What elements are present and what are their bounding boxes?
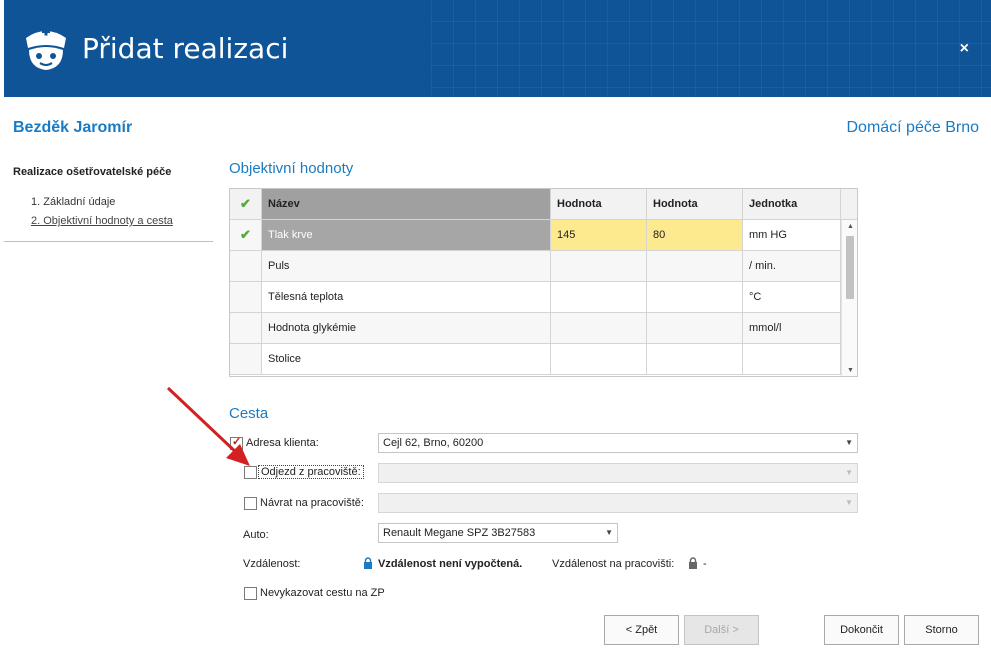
row-unit-cell: / min.: [743, 251, 841, 282]
header-pattern: [431, 0, 991, 97]
lock-icon: [689, 557, 697, 569]
row-value2-cell[interactable]: [647, 251, 743, 282]
wizard-title: Realizace ošetřovatelské péče: [13, 166, 172, 178]
patient-name: Bezděk Jaromír: [13, 119, 133, 136]
return-checkbox[interactable]: [244, 497, 257, 510]
row-name-cell[interactable]: Hodnota glykémie: [262, 313, 551, 344]
client-address-combo[interactable]: Cejl 62, Brno, 60200 ▼: [378, 433, 858, 453]
row-unit-cell: mmol/l: [743, 313, 841, 344]
scroll-down-icon[interactable]: ▼: [847, 367, 854, 374]
distance-label: Vzdálenost:: [243, 558, 301, 570]
dialog-header: Přidat realizaci ×: [4, 0, 991, 97]
row-value1-cell[interactable]: [551, 313, 647, 344]
row-value2-cell[interactable]: [647, 344, 743, 375]
workplace-distance-value: -: [703, 558, 707, 570]
scrollbar-thumb[interactable]: [846, 236, 854, 299]
row-value1-cell[interactable]: [551, 282, 647, 313]
close-icon[interactable]: ×: [960, 40, 969, 58]
return-combo[interactable]: ▼: [378, 493, 858, 513]
objective-values-grid: ✔ Název Hodnota Hodnota Jednotka ✔ Tlak …: [229, 188, 858, 377]
row-check-cell[interactable]: [230, 344, 262, 375]
table-row[interactable]: Tělesná teplota °C: [230, 282, 841, 313]
grid-header-row: ✔ Název Hodnota Hodnota Jednotka: [230, 189, 841, 220]
car-combo[interactable]: Renault Megane SPZ 3B27583 ▼: [378, 523, 618, 543]
chevron-down-icon[interactable]: ▼: [845, 464, 853, 482]
lock-icon: [364, 557, 372, 569]
row-value1-cell[interactable]: [551, 251, 647, 282]
wizard-step-objective[interactable]: 2. Objektivní hodnoty a cesta: [31, 215, 173, 227]
car-label: Auto:: [243, 529, 269, 541]
row-check-cell[interactable]: [230, 251, 262, 282]
route-section-title: Cesta: [229, 405, 269, 422]
row-name-cell[interactable]: Puls: [262, 251, 551, 282]
row-value2-cell[interactable]: [647, 282, 743, 313]
dialog-title: Přidat realizaci: [82, 32, 289, 65]
client-address-value: Cejl 62, Brno, 60200: [383, 437, 484, 449]
column-header-value1[interactable]: Hodnota: [551, 189, 647, 220]
departure-label: Odjezd z pracoviště:: [258, 465, 364, 479]
table-row[interactable]: Stolice: [230, 344, 841, 375]
distance-status: Vzdálenost není vypočtená.: [378, 558, 523, 570]
finish-button[interactable]: Dokončit: [824, 615, 899, 645]
row-check-cell[interactable]: [230, 282, 262, 313]
annotation-arrow-icon: [166, 386, 250, 466]
chevron-down-icon[interactable]: ▼: [845, 434, 853, 452]
client-address-label: Adresa klienta:: [246, 437, 319, 449]
chevron-down-icon[interactable]: ▼: [845, 494, 853, 512]
nav-divider: [4, 241, 213, 242]
column-header-unit[interactable]: Jednotka: [743, 189, 841, 220]
table-row[interactable]: Puls / min.: [230, 251, 841, 282]
workplace-distance-label: Vzdálenost na pracovišti:: [552, 558, 675, 570]
row-check-cell[interactable]: ✔: [230, 220, 262, 251]
departure-checkbox[interactable]: [244, 466, 257, 479]
row-value2-cell[interactable]: [647, 313, 743, 344]
client-address-checkbox[interactable]: [230, 435, 243, 450]
organization-name: Domácí péče Brno: [846, 119, 979, 136]
back-button[interactable]: < Zpět: [604, 615, 679, 645]
table-row[interactable]: ✔ Tlak krve 145 80 mm HG: [230, 220, 841, 251]
nurse-icon: [26, 27, 66, 70]
check-column-header[interactable]: ✔: [230, 189, 262, 220]
return-label: Návrat na pracoviště:: [260, 497, 364, 509]
row-unit-cell: mm HG: [743, 220, 841, 251]
row-name-cell[interactable]: Tlak krve: [262, 220, 551, 251]
row-value2-cell[interactable]: 80: [647, 220, 743, 251]
no-report-label: Nevykazovat cestu na ZP: [260, 587, 385, 599]
row-check-cell[interactable]: [230, 313, 262, 344]
departure-combo[interactable]: ▼: [378, 463, 858, 483]
table-row[interactable]: Hodnota glykémie mmol/l: [230, 313, 841, 344]
chevron-down-icon[interactable]: ▼: [605, 524, 613, 542]
row-name-cell[interactable]: Tělesná teplota: [262, 282, 551, 313]
cancel-button[interactable]: Storno: [904, 615, 979, 645]
car-value: Renault Megane SPZ 3B27583: [383, 527, 536, 539]
grid-scrollbar[interactable]: ▲ ▼: [841, 220, 857, 376]
no-report-checkbox[interactable]: [244, 587, 257, 600]
row-unit-cell: [743, 344, 841, 375]
row-value1-cell[interactable]: [551, 344, 647, 375]
wizard-step-basic[interactable]: 1. Základní údaje: [31, 196, 115, 208]
scroll-up-icon[interactable]: ▲: [847, 223, 854, 230]
row-unit-cell: °C: [743, 282, 841, 313]
grid-scroll-header: [841, 189, 857, 220]
objective-section-title: Objektivní hodnoty: [229, 160, 354, 177]
next-button[interactable]: Další >: [684, 615, 759, 645]
column-header-name[interactable]: Název: [262, 189, 551, 220]
dialog: Přidat realizaci × Bezděk Jaromír Domácí…: [0, 0, 991, 658]
row-name-cell[interactable]: Stolice: [262, 344, 551, 375]
column-header-value2[interactable]: Hodnota: [647, 189, 743, 220]
row-value1-cell[interactable]: 145: [551, 220, 647, 251]
